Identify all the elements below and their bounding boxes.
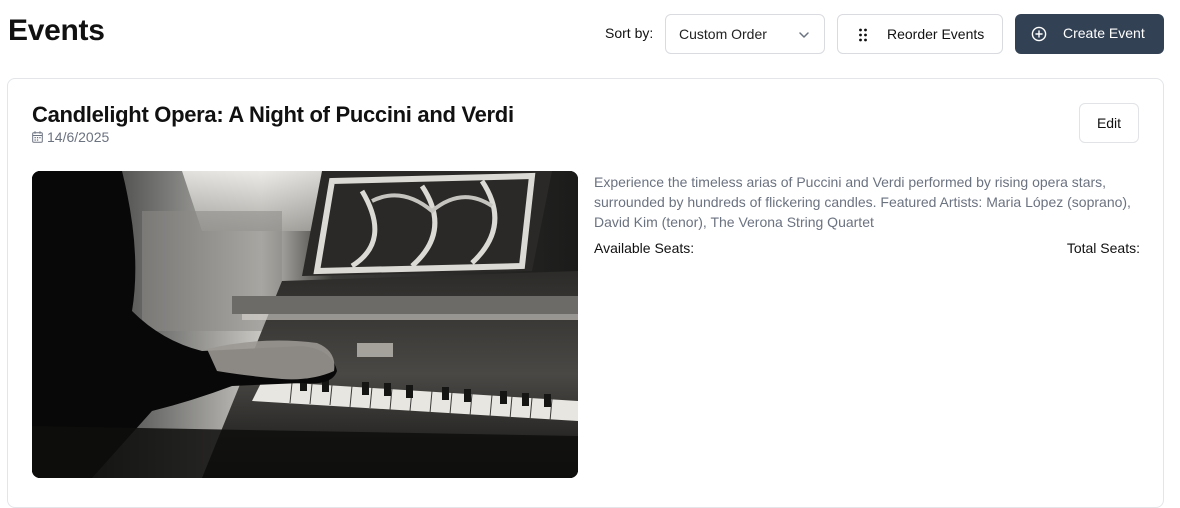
- reorder-events-button[interactable]: Reorder Events: [837, 14, 1003, 54]
- edit-button[interactable]: Edit: [1079, 103, 1139, 143]
- reorder-events-label: Reorder Events: [887, 26, 985, 42]
- event-card: Candlelight Opera: A Night of Puccini an…: [7, 78, 1164, 508]
- page-header: Events Sort by: Custom Order Reorder Eve…: [0, 0, 1180, 70]
- event-image: [32, 171, 578, 478]
- sort-select-value: Custom Order: [679, 26, 767, 42]
- create-event-label: Create Event: [1063, 25, 1145, 41]
- seats-row: Available Seats: Total Seats:: [594, 240, 1140, 260]
- total-seats-label: Total Seats:: [1066, 240, 1140, 256]
- event-title: Candlelight Opera: A Night of Puccini an…: [32, 102, 514, 127]
- piano-photo: [32, 171, 578, 478]
- create-event-button[interactable]: Create Event: [1015, 14, 1164, 54]
- page-title: Events: [8, 14, 105, 47]
- chevron-down-icon: [799, 32, 809, 38]
- event-date: 14/6/2025: [32, 129, 109, 145]
- sort-label: Sort by:: [605, 25, 654, 41]
- sort-select[interactable]: Custom Order: [665, 14, 825, 54]
- event-date-text: 14/6/2025: [47, 129, 110, 145]
- available-seats-label: Available Seats:: [594, 240, 695, 256]
- plus-circle-icon: [1031, 26, 1047, 42]
- drag-handle-icon: [859, 28, 867, 42]
- event-description: Experience the timeless arias of Puccini…: [594, 174, 1131, 230]
- calendar-icon: [32, 131, 43, 143]
